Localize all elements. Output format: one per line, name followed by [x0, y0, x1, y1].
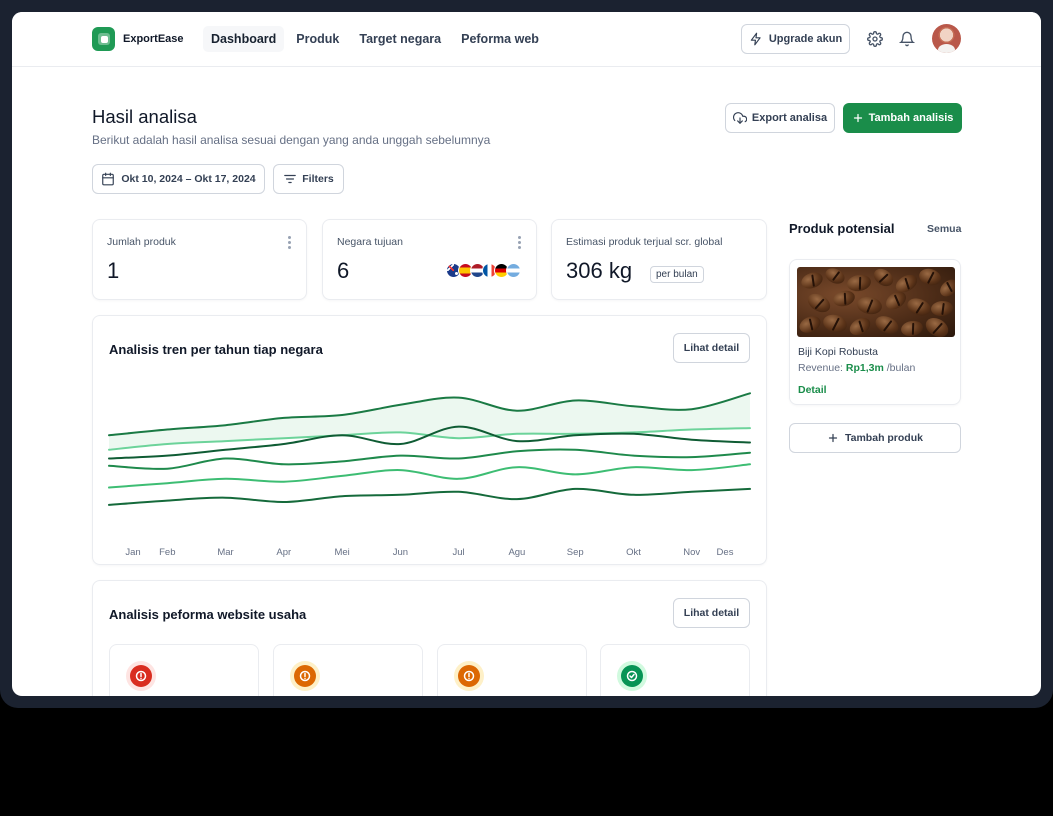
- web-performance-metric-card[interactable]: [437, 644, 587, 696]
- see-all-link[interactable]: Semua: [927, 223, 961, 235]
- filters-button[interactable]: Filters: [273, 164, 344, 194]
- nav-dashboard[interactable]: Dashboard: [203, 26, 285, 52]
- x-axis-tick-label: Nov: [683, 547, 700, 558]
- trend-line-chart: Jan Feb Mar Apr Mei Jun Jul Agu Sep Okt Nov Des: [108, 392, 751, 558]
- add-product-label: Tambah produk: [845, 432, 923, 444]
- web-performance-title: Analisis peforma website usaha: [109, 607, 307, 622]
- add-analysis-label: Tambah analisis: [868, 112, 954, 124]
- logo[interactable]: ExportEase: [92, 27, 184, 51]
- main-nav: Dashboard Produk Target negara Peforma w…: [203, 26, 547, 52]
- x-axis-tick-label: Mei: [334, 547, 349, 558]
- add-product-button[interactable]: Tambah produk: [789, 423, 961, 453]
- alert-circle-icon: [290, 661, 320, 691]
- nav-target-negara[interactable]: Target negara: [351, 26, 449, 52]
- upgrade-account-button[interactable]: Upgrade akun: [741, 24, 850, 54]
- x-axis-tick-label: Feb: [159, 547, 175, 558]
- web-performance-card: Analisis peforma website usaha Lihat det…: [92, 580, 767, 696]
- revenue-value: Rp1,3m: [845, 362, 884, 374]
- app-name: ExportEase: [123, 33, 184, 45]
- stat-value: 6: [337, 258, 350, 283]
- potential-products-title: Produk potensial: [789, 221, 895, 236]
- app-screen: ExportEase Dashboard Produk Target negar…: [12, 12, 1041, 696]
- product-name: Biji Kopi Robusta: [798, 346, 878, 358]
- calendar-icon: [102, 172, 115, 186]
- x-axis-tick-label: Jan: [125, 547, 140, 558]
- alert-circle-icon: [126, 661, 156, 691]
- page-subtitle: Berikut adalah hasil analisa sesuai deng…: [92, 133, 491, 147]
- x-axis-tick-label: Jul: [453, 547, 465, 558]
- stat-label: Negara tujuan: [337, 236, 403, 248]
- x-axis-tick-label: Mar: [217, 547, 233, 558]
- unit-badge: per bulan: [650, 266, 704, 283]
- more-vertical-icon[interactable]: [288, 236, 292, 249]
- web-performance-detail-button[interactable]: Lihat detail: [673, 598, 750, 628]
- x-axis-tick-label: Agu: [508, 547, 525, 558]
- filter-lines-icon: [284, 174, 297, 184]
- stat-card-products: Jumlah produk 1: [92, 219, 307, 300]
- alert-circle-icon: [454, 661, 484, 691]
- filters-label: Filters: [302, 173, 334, 185]
- plus-icon: [853, 113, 862, 123]
- x-axis-tick-label: Apr: [276, 547, 291, 558]
- export-analysis-button[interactable]: Export analisa: [725, 103, 835, 133]
- x-axis-tick-label: Sep: [567, 547, 584, 558]
- x-axis-tick-label: Des: [717, 547, 734, 558]
- flag-argentina-icon: [506, 263, 521, 278]
- product-card[interactable]: Biji Kopi Robusta Revenue: Rp1,3m /bulan…: [789, 259, 961, 405]
- stat-label: Jumlah produk: [107, 236, 176, 248]
- bell-icon[interactable]: [899, 31, 915, 47]
- stat-value: 1: [107, 258, 120, 283]
- export-label: Export analisa: [751, 112, 828, 124]
- device-frame: ExportEase Dashboard Produk Target negar…: [0, 0, 1053, 708]
- x-axis-tick-label: Jun: [393, 547, 408, 558]
- web-performance-metric-card[interactable]: [273, 644, 423, 696]
- logo-icon: [92, 27, 115, 51]
- plus-icon: [828, 433, 838, 443]
- nav-peforma-web[interactable]: Peforma web: [453, 26, 547, 52]
- settings-icon[interactable]: [867, 31, 883, 47]
- product-revenue: Revenue: Rp1,3m /bulan: [798, 362, 916, 374]
- stat-label: Estimasi produk terjual scr. global: [566, 236, 723, 248]
- user-avatar[interactable]: [932, 24, 961, 53]
- product-image: [797, 267, 955, 337]
- x-axis-tick-label: Okt: [626, 547, 641, 558]
- product-detail-link[interactable]: Detail: [798, 384, 827, 396]
- web-performance-metric-card[interactable]: [600, 644, 750, 696]
- page-title: Hasil analisa: [92, 106, 197, 127]
- stat-card-estimation: Estimasi produk terjual scr. global 306 …: [551, 219, 767, 300]
- date-range-picker[interactable]: Okt 10, 2024 – Okt 17, 2024: [92, 164, 265, 194]
- add-analysis-button[interactable]: Tambah analisis: [843, 103, 962, 133]
- web-performance-metric-card[interactable]: [109, 644, 259, 696]
- more-vertical-icon[interactable]: [518, 236, 522, 249]
- nav-produk[interactable]: Produk: [288, 26, 347, 52]
- stat-value: 306 kg: [566, 258, 633, 283]
- trend-chart-card: Analisis tren per tahun tiap negara Liha…: [92, 315, 767, 565]
- lightning-icon: [750, 32, 761, 46]
- cloud-download-icon: [732, 112, 747, 124]
- country-flags: [446, 263, 521, 278]
- trend-series-line-5: [108, 463, 751, 489]
- stat-card-countries: Negara tujuan 6: [322, 219, 537, 300]
- top-navbar: ExportEase Dashboard Produk Target negar…: [12, 12, 1041, 67]
- check-circle-icon: [617, 661, 647, 691]
- upgrade-label: Upgrade akun: [768, 33, 843, 45]
- trend-series-line-6: [108, 487, 751, 506]
- date-range-label: Okt 10, 2024 – Okt 17, 2024: [121, 173, 256, 185]
